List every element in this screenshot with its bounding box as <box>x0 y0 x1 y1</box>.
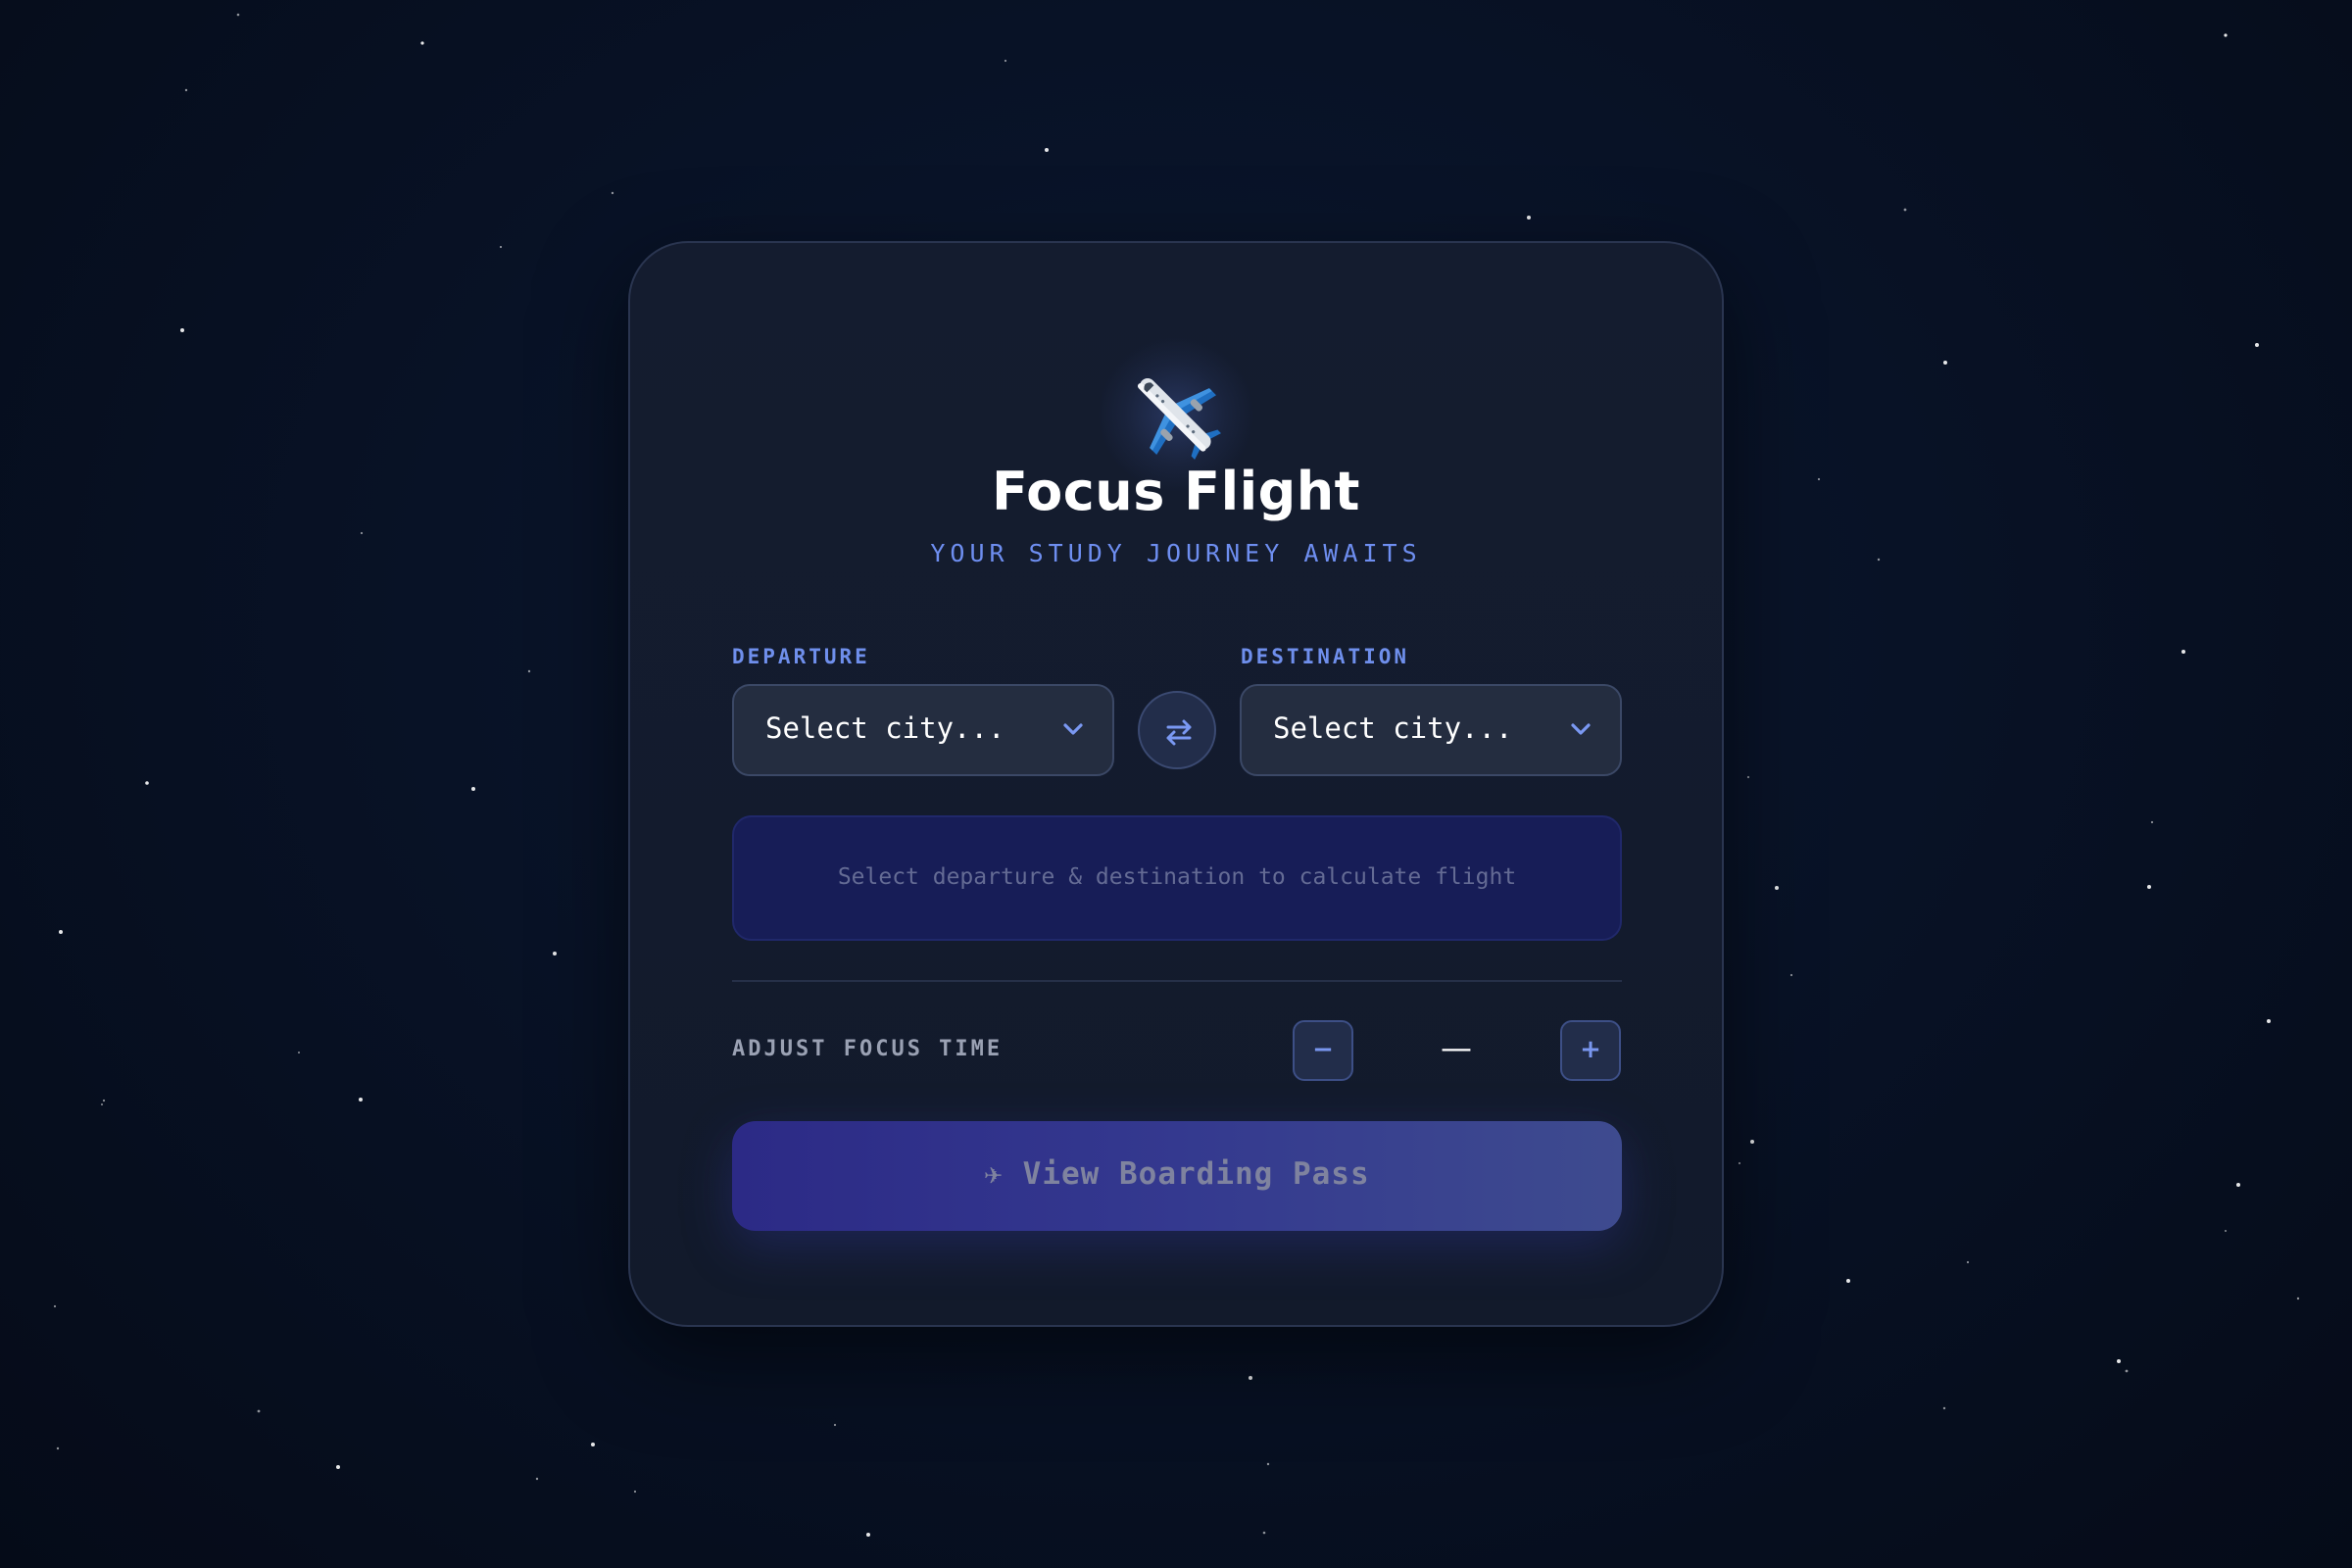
view-boarding-pass-label: ✈ View Boarding Pass <box>984 1156 1370 1192</box>
star <box>2224 33 2228 37</box>
star <box>359 1098 363 1102</box>
destination-select[interactable]: Select city... <box>1240 684 1622 776</box>
star <box>2255 343 2259 347</box>
star <box>1966 1260 1970 1264</box>
focus-flight-card: Focus Flight YOUR STUDY JOURNEY AWAITS D… <box>628 241 1724 1327</box>
star <box>1846 1279 1850 1283</box>
star <box>499 245 503 249</box>
section-divider <box>732 980 1622 982</box>
app-subtitle: YOUR STUDY JOURNEY AWAITS <box>930 539 1422 567</box>
star <box>257 1409 261 1413</box>
star <box>866 1533 870 1537</box>
star <box>2296 1297 2300 1300</box>
decrease-focus-time-button[interactable]: − <box>1293 1020 1353 1081</box>
app-title: Focus Flight <box>991 461 1360 522</box>
star <box>1746 775 1750 779</box>
star <box>611 191 614 195</box>
star <box>56 1446 60 1450</box>
chevron-down-icon <box>1063 723 1083 735</box>
star <box>184 88 188 92</box>
star <box>2117 1359 2121 1363</box>
star <box>1262 1531 1266 1535</box>
star <box>145 781 149 785</box>
star <box>420 41 424 45</box>
star <box>2225 1230 2227 1232</box>
star <box>1775 886 1779 890</box>
star <box>1877 558 1881 562</box>
star <box>2125 1369 2129 1373</box>
star <box>236 13 240 17</box>
focus-time-value: — <box>1441 1029 1472 1066</box>
star <box>1817 477 1821 481</box>
star <box>1750 1140 1754 1144</box>
star <box>633 1490 637 1494</box>
star <box>2150 820 2154 824</box>
swap-arrows-icon <box>1166 719 1192 746</box>
star <box>591 1443 595 1446</box>
departure-select-value: Select city... <box>765 711 1005 745</box>
swap-route-button[interactable] <box>1138 691 1216 769</box>
star <box>336 1465 340 1469</box>
star <box>527 669 531 673</box>
star <box>101 1103 103 1105</box>
star <box>102 1099 106 1102</box>
star <box>2147 885 2151 889</box>
star <box>471 787 475 791</box>
star <box>180 328 184 332</box>
departure-label: DEPARTURE <box>732 645 870 668</box>
star <box>1942 1406 1946 1410</box>
star <box>553 952 557 956</box>
view-boarding-pass-button[interactable]: ✈ View Boarding Pass <box>732 1121 1622 1231</box>
destination-label: DESTINATION <box>1241 645 1410 668</box>
star <box>535 1477 539 1481</box>
destination-select-value: Select city... <box>1273 711 1513 745</box>
star <box>1943 361 1947 365</box>
chevron-down-icon <box>1571 723 1591 735</box>
star <box>53 1304 57 1308</box>
star <box>298 1052 300 1054</box>
star <box>833 1423 837 1427</box>
increase-focus-time-button[interactable]: + <box>1560 1020 1621 1081</box>
star <box>59 930 63 934</box>
airplane-icon <box>1137 378 1221 460</box>
star <box>1249 1376 1252 1380</box>
flight-info-message: Select departure & destination to calcul… <box>837 864 1517 890</box>
star <box>1789 973 1793 977</box>
star <box>1266 1462 1270 1466</box>
star <box>1527 216 1531 220</box>
departure-select[interactable]: Select city... <box>732 684 1114 776</box>
star <box>2181 650 2185 654</box>
star <box>1004 59 1007 63</box>
star <box>360 531 364 535</box>
star <box>1045 148 1049 152</box>
star <box>2236 1183 2240 1187</box>
flight-info-panel: Select departure & destination to calcul… <box>732 815 1622 941</box>
star <box>1903 208 1907 212</box>
star <box>1738 1161 1741 1165</box>
star <box>2267 1019 2271 1023</box>
focus-time-label: ADJUST FOCUS TIME <box>732 1037 1004 1061</box>
